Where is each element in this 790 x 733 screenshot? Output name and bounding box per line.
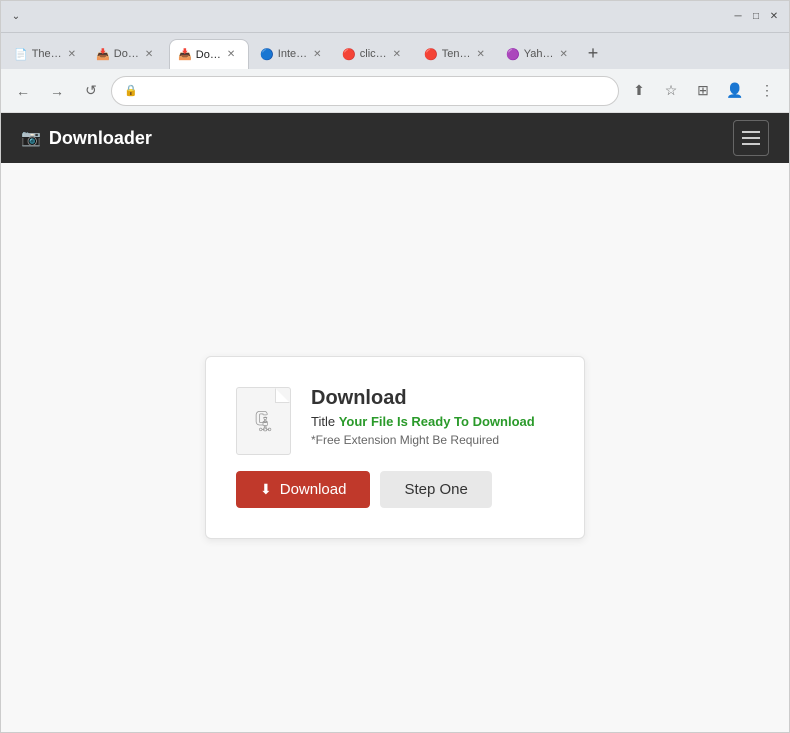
window-controls: ─ □ ✕ [731,10,781,24]
zip-icon: 🗜 [251,409,276,434]
tab-2-label: Do… [114,48,139,60]
page-content: 📷 Downloader 🔍 RISK .COM [1,113,789,732]
file-icon: 🗜 [236,387,291,455]
address-bar: ← → ↺ 🔒 ⬆ ☆ ⊞ 👤 ⋮ [1,69,789,113]
tab-6-label: Ten… [442,48,471,60]
site-navbar: 📷 Downloader [1,113,789,163]
tab-7[interactable]: 🟣 Yah… ✕ [497,39,577,69]
tab-6-favicon: 🔴 [424,48,438,61]
hamburger-line-1 [742,131,760,133]
extensions-button[interactable]: ⊞ [689,77,717,105]
reload-button[interactable]: ↺ [77,77,105,105]
step-one-button-label: Step One [404,481,467,498]
main-area: 🔍 RISK .COM 🗜 Download Title [1,163,789,732]
address-actions: ⬆ ☆ ⊞ 👤 ⋮ [625,77,781,105]
tab-4[interactable]: 🔵 Inte… ✕ [251,39,331,69]
card-header: 🗜 Download Title Your File Is Ready To D… [236,387,544,455]
card-subtitle: Title Your File Is Ready To Download [311,414,535,429]
download-button-label: Download [280,481,347,498]
share-button[interactable]: ⬆ [625,77,653,105]
title-bar: ⌄ ─ □ ✕ [1,1,789,33]
camera-icon: 📷 [21,128,41,148]
new-tab-button[interactable]: + [579,39,607,67]
tab-5-favicon: 🔴 [342,48,356,61]
download-button[interactable]: ⬇ Download [236,471,370,508]
download-arrow-icon: ⬇ [260,481,272,498]
menu-button[interactable]: ⋮ [753,77,781,105]
maximize-button[interactable]: □ [749,10,763,24]
tab-3-favicon: 📥 [178,48,192,61]
tab-4-favicon: 🔵 [260,48,274,61]
tab-3-label: Do… [196,49,221,61]
title-value: Your File Is Ready To Download [339,414,535,429]
lock-icon: 🔒 [124,84,138,97]
card-heading: Download [311,387,535,410]
tab-4-label: Inte… [278,48,307,60]
navbar-title: Downloader [49,128,152,149]
tab-6[interactable]: 🔴 Ten… ✕ [415,39,495,69]
tab-7-label: Yah… [524,48,554,60]
minimize-button[interactable]: ─ [731,10,745,24]
tab-3-close[interactable]: ✕ [227,49,235,60]
tab-5-label: clic… [360,48,387,60]
card-note: *Free Extension Might Be Required [311,433,535,447]
tab-7-close[interactable]: ✕ [560,49,568,60]
title-label: Title [311,414,335,429]
tab-2-favicon: 📥 [96,48,110,61]
close-button[interactable]: ✕ [767,10,781,24]
profile-button[interactable]: 👤 [721,77,749,105]
bookmark-button[interactable]: ☆ [657,77,685,105]
forward-button[interactable]: → [43,77,71,105]
tab-7-favicon: 🟣 [506,48,520,61]
tab-5-close[interactable]: ✕ [393,49,401,60]
chevron-icon[interactable]: ⌄ [9,10,23,24]
back-button[interactable]: ← [9,77,37,105]
tab-bar: 📄 The… ✕ 📥 Do… ✕ 📥 Do… ✕ 🔵 Inte… ✕ 🔴 cli… [1,33,789,69]
title-bar-left: ⌄ [9,10,23,24]
url-bar[interactable]: 🔒 [111,76,619,106]
tab-6-close[interactable]: ✕ [477,49,485,60]
hamburger-line-3 [742,143,760,145]
tab-4-close[interactable]: ✕ [313,49,321,60]
tab-5[interactable]: 🔴 clic… ✕ [333,39,413,69]
tab-3[interactable]: 📥 Do… ✕ [169,39,249,69]
navbar-brand: 📷 Downloader [21,128,152,149]
tab-2[interactable]: 📥 Do… ✕ [87,39,167,69]
hamburger-line-2 [742,137,760,139]
step-one-button[interactable]: Step One [380,471,491,508]
tab-1[interactable]: 📄 The… ✕ [5,39,85,69]
card-actions: ⬇ Download Step One [236,471,544,508]
tab-1-label: The… [32,48,62,60]
tab-1-favicon: 📄 [14,48,28,61]
browser-frame: ⌄ ─ □ ✕ 📄 The… ✕ 📥 Do… ✕ 📥 Do… ✕ 🔵 Inte…… [0,0,790,733]
tab-2-close[interactable]: ✕ [145,49,153,60]
hamburger-menu[interactable] [733,120,769,156]
download-card: 🗜 Download Title Your File Is Ready To D… [205,356,585,539]
card-info: Download Title Your File Is Ready To Dow… [311,387,535,447]
tab-1-close[interactable]: ✕ [68,49,76,60]
